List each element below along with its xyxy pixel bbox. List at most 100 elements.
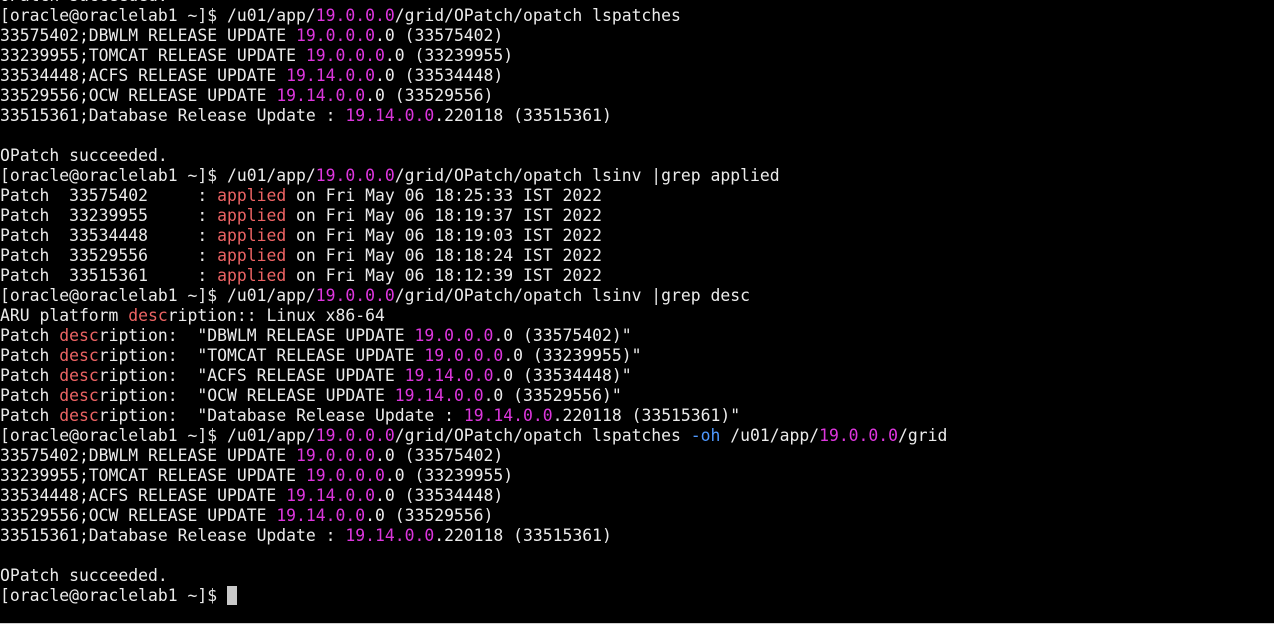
version-text: 19.0.0.0 [315,6,395,25]
line-text: on Fri May 06 18:19:37 IST 2022 [286,206,602,225]
version-text: 19.0.0.0 [424,346,504,365]
version-text: 19.14.0.0 [345,106,435,125]
line-text: /grid/OPatch/opatch lsinv |grep applied [394,166,780,185]
line-text: 33575402;DBWLM RELEASE UPDATE [0,446,297,465]
line-text: /grid/OPatch/opatch lspatches [394,426,691,445]
terminal-line: Patch description: "Database Release Upd… [0,406,1274,426]
terminal-line: OPatch succeeded. [0,566,1274,586]
line-text: .0 (33575402) [375,446,504,465]
terminal-line: 33534448;ACFS RELEASE UPDATE 19.14.0.0.0… [0,486,1274,506]
terminal-line: 33575402;DBWLM RELEASE UPDATE 19.0.0.0.0… [0,26,1274,46]
grep-match-text: desc [128,306,168,325]
line-text: Patch [0,326,60,345]
line-text: on Fri May 06 18:18:24 IST 2022 [286,246,602,265]
line-text: .0 (33239955) [384,466,514,485]
terminal-line: [oracle@oraclelab1 ~]$ /u01/app/19.0.0.0… [0,166,1274,186]
line-text: .0 (33575402) [375,26,504,45]
line-text: 33575402;DBWLM RELEASE UPDATE [0,26,297,45]
line-text: 33529556;OCW RELEASE UPDATE [0,86,277,105]
line-text: Patch [0,346,60,365]
version-text: 19.0.0.0 [315,166,395,185]
grep-match-text: applied [217,246,287,265]
terminal-line: 33239955;TOMCAT RELEASE UPDATE 19.0.0.0.… [0,466,1274,486]
terminal-output[interactable]: OPatch succeeded.[oracle@oraclelab1 ~]$ … [0,0,1274,623]
terminal-line: [oracle@oraclelab1 ~]$ [0,586,1274,606]
terminal-line: 33515361;Database Release Update : 19.14… [0,106,1274,126]
grep-match-text: desc [59,386,99,405]
terminal-line: [oracle@oraclelab1 ~]$ /u01/app/19.0.0.0… [0,286,1274,306]
line-text: [oracle@oraclelab1 ~]$ /u01/app/ [0,426,316,445]
grep-match-text: applied [217,186,287,205]
line-text: .0 (33529556)" [483,386,622,405]
line-text: /grid [898,426,948,445]
terminal-line: Patch 33239955 : applied on Fri May 06 1… [0,206,1274,226]
line-text: ription: "Database Release Update : [98,406,464,425]
grep-match-text: desc [59,326,99,345]
terminal-line: 33534448;ACFS RELEASE UPDATE 19.14.0.0.0… [0,66,1274,86]
version-text: 19.0.0.0 [296,26,375,45]
version-text: 19.0.0.0 [305,466,385,485]
version-text: 19.14.0.0 [463,406,553,425]
line-text: [oracle@oraclelab1 ~]$ /u01/app/ [0,6,316,25]
version-text: 19.14.0.0 [394,386,484,405]
status-strip [0,623,1274,634]
line-text: /u01/app/ [720,426,820,445]
line-text: [oracle@oraclelab1 ~]$ [0,586,227,605]
grep-match-text: desc [59,366,99,385]
version-text: 19.0.0.0 [315,426,395,445]
grep-match-text: applied [217,266,287,285]
version-text: 19.14.0.0 [286,66,375,85]
line-text: .220118 (33515361)" [552,406,741,425]
line-text: 33534448;ACFS RELEASE UPDATE [0,66,287,85]
line-text: /grid/OPatch/opatch lsinv |grep desc [394,286,750,305]
line-text: 33239955;TOMCAT RELEASE UPDATE [0,46,306,65]
line-text: Patch 33575402 : [0,186,218,205]
line-text: on Fri May 06 18:19:03 IST 2022 [286,226,602,245]
line-text: .0 (33534448) [374,486,504,505]
version-text: 19.0.0.0 [305,46,385,65]
version-text: 19.14.0.0 [404,366,494,385]
terminal-line: Patch 33575402 : applied on Fri May 06 1… [0,186,1274,206]
line-text: .220118 (33515361) [434,526,612,545]
line-text: ription: "ACFS RELEASE UPDATE [98,366,405,385]
line-text: .0 (33534448)" [493,366,632,385]
version-text: 19.14.0.0 [276,86,366,105]
line-text: Patch 33239955 : [0,206,218,225]
line-text: 33529556;OCW RELEASE UPDATE [0,506,277,525]
terminal-line: OPatch succeeded. [0,146,1274,166]
terminal-line: Patch description: "ACFS RELEASE UPDATE … [0,366,1274,386]
terminal-line: Patch 33515361 : applied on Fri May 06 1… [0,266,1274,286]
line-text: [oracle@oraclelab1 ~]$ /u01/app/ [0,166,316,185]
line-text: on Fri May 06 18:12:39 IST 2022 [286,266,602,285]
version-text: 19.0.0.0 [414,326,494,345]
terminal-line: Patch 33534448 : applied on Fri May 06 1… [0,226,1274,246]
version-text: 19.14.0.0 [286,486,375,505]
line-text: .220118 (33515361) [434,106,612,125]
grep-match-text: applied [217,206,287,225]
grep-match-text: desc [59,346,99,365]
line-text: Patch [0,406,60,425]
line-text: Patch 33529556 : [0,246,218,265]
line-text: OPatch succeeded. [0,0,168,5]
terminal-line: Patch description: "TOMCAT RELEASE UPDAT… [0,346,1274,366]
terminal-line: Patch description: "DBWLM RELEASE UPDATE… [0,326,1274,346]
line-text: on Fri May 06 18:25:33 IST 2022 [286,186,602,205]
terminal-line: [oracle@oraclelab1 ~]$ /u01/app/19.0.0.0… [0,6,1274,26]
line-text: /grid/OPatch/opatch lspatches [394,6,681,25]
line-text: 33515361;Database Release Update : [0,106,346,125]
version-text: 19.14.0.0 [276,506,366,525]
line-text: Patch 33534448 : [0,226,218,245]
line-text: 33534448;ACFS RELEASE UPDATE [0,486,287,505]
version-text: 19.14.0.0 [345,526,435,545]
line-text: OPatch succeeded. [0,566,168,585]
line-text: .0 (33239955)" [503,346,642,365]
line-text: 33515361;Database Release Update : [0,526,346,545]
line-text: 33239955;TOMCAT RELEASE UPDATE [0,466,306,485]
line-text: .0 (33529556) [365,86,494,105]
version-text: 19.0.0.0 [819,426,899,445]
terminal-line: 33529556;OCW RELEASE UPDATE 19.14.0.0.0 … [0,506,1274,526]
line-text: Patch [0,386,60,405]
terminal-line: Patch description: "OCW RELEASE UPDATE 1… [0,386,1274,406]
line-text: .0 (33534448) [374,66,504,85]
